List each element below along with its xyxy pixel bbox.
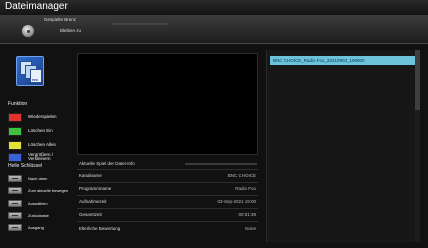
current-progress-bar	[185, 163, 257, 165]
current-time-label: Aktuelle Spiel der Datei-Info	[79, 161, 135, 166]
remote-key-icon	[8, 200, 22, 207]
key-action-up[interactable]: Nach oben	[8, 174, 76, 183]
info-key: Kanalname	[79, 173, 102, 178]
color-action-label: Löschen Alles	[28, 141, 56, 147]
file-list-scrollbar[interactable]	[415, 50, 420, 242]
key-action-label: Auswählen	[28, 200, 48, 206]
info-value: None	[245, 226, 256, 231]
key-action-back[interactable]: Zurücktaste	[8, 211, 76, 220]
thumbnail-tag: rec	[32, 77, 39, 82]
playback-header: Gespielte Brenz Bleiben zu	[0, 16, 428, 44]
info-row-program: Programmname Radio Foo	[77, 183, 258, 195]
info-value: 03-Sep-2021 19:00	[217, 199, 256, 204]
remote-key-icon	[8, 224, 22, 231]
color-action-red[interactable]: Wiederspielen	[8, 112, 76, 122]
file-manager-thumbnail-icon: rec	[16, 56, 44, 86]
key-action-exit[interactable]: Ausgang	[8, 223, 76, 232]
app-title: Dateimanager	[5, 1, 68, 12]
sidebar: rec Funktion Wiederspielen Löschen Ein L…	[8, 46, 74, 246]
color-action-label: Vergrößern / Verkleinern	[28, 151, 54, 161]
color-action-yellow[interactable]: Löschen Alles	[8, 140, 76, 150]
disc-icon	[21, 24, 35, 38]
key-action-move[interactable]: Zum aktuelle bewegen	[8, 186, 76, 195]
green-key-icon	[8, 126, 22, 136]
remote-key-icon	[8, 212, 22, 219]
blue-key-icon	[8, 152, 22, 162]
info-value: BNC CHOICE	[227, 173, 256, 178]
color-action-label: Löschen Ein	[28, 127, 53, 133]
key-action-label: Zurücktaste	[28, 212, 49, 218]
key-action-label: Ausgang	[28, 224, 44, 230]
keys-title: Helle Schlüssel	[8, 163, 43, 169]
info-row-parental-rating: Elterliche Bewertung None	[77, 223, 258, 235]
color-action-label: Wiederspielen	[28, 113, 57, 119]
yellow-key-icon	[8, 140, 22, 150]
info-value: 00:01:39	[238, 212, 256, 217]
played-progress-bar	[112, 23, 168, 25]
red-key-icon	[8, 112, 22, 122]
file-list-item-selected[interactable]: BNC CHOICE_Radio Foo_20210903_190000	[270, 56, 418, 65]
key-action-label: Nach oben	[28, 175, 48, 181]
remote-key-icon	[8, 187, 22, 194]
video-preview	[77, 53, 258, 155]
info-key: Gesamtzeit	[79, 212, 102, 217]
played-time-label: Gespielte Brenz	[44, 17, 77, 22]
remote-key-icon	[8, 175, 22, 182]
title-bar: Dateimanager	[0, 0, 428, 16]
info-row-recording-time: Aufnahmezeit 03-Sep-2021 19:00	[77, 196, 258, 208]
color-action-blue[interactable]: Vergrößern / Verkleinern	[8, 152, 76, 162]
key-action-select[interactable]: Auswählen	[8, 199, 76, 208]
color-action-green[interactable]: Löschen Ein	[8, 126, 76, 136]
info-key: Aufnahmezeit	[79, 199, 107, 204]
functions-title: Funktion	[8, 101, 28, 107]
file-list: BNC CHOICE_Radio Foo_20210903_190000	[266, 50, 420, 242]
remaining-time-label: Bleiben zu	[60, 28, 82, 33]
info-key: Programmname	[79, 186, 112, 191]
key-action-label: Zum aktuelle bewegen	[28, 187, 69, 193]
scrollbar-thumb[interactable]	[415, 50, 420, 110]
info-row-channel: Kanalname BNC CHOICE	[77, 170, 258, 182]
info-row-total-time: Gesamtzeit 00:01:39	[77, 209, 258, 221]
info-value: Radio Foo	[235, 186, 256, 191]
info-key: Elterliche Bewertung	[79, 226, 121, 231]
